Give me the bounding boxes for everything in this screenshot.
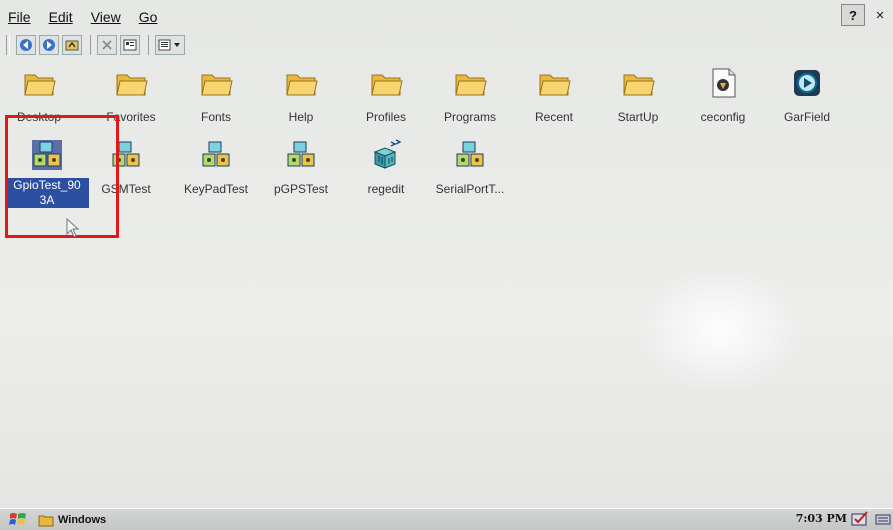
delete-button[interactable]	[97, 35, 117, 55]
fonts-folder[interactable]: Fonts	[173, 66, 259, 125]
icon-label: SerialPortT...	[435, 182, 505, 196]
icon-label: regedit	[367, 182, 405, 196]
app-cubes-icon	[202, 141, 230, 167]
keypadtest-app[interactable]: KeyPadTest	[173, 138, 259, 197]
start-windows-icon[interactable]	[8, 511, 28, 529]
config-file-icon	[712, 68, 736, 98]
icon-label: StartUp	[617, 110, 659, 124]
menu-file[interactable]: File	[8, 9, 31, 25]
icon-label: pGPSTest	[273, 182, 329, 196]
serialporttest-app[interactable]: SerialPortT...	[427, 138, 513, 197]
folder-icon	[371, 74, 403, 96]
mouse-cursor-icon	[66, 218, 80, 238]
regedit-app[interactable]: regedit	[343, 138, 429, 197]
properties-icon	[123, 39, 137, 51]
folder-icon	[455, 74, 487, 96]
menu-edit[interactable]: Edit	[49, 9, 73, 25]
tray-keyboard-icon[interactable]	[875, 511, 891, 527]
app-cubes-icon	[287, 141, 315, 167]
properties-button[interactable]	[120, 35, 140, 55]
pgpstest-app[interactable]: pGPSTest	[258, 138, 344, 197]
up-folder-icon	[65, 40, 79, 51]
selection-highlight-box	[5, 115, 119, 238]
icon-label: KeyPadTest	[183, 182, 249, 196]
folder-icon	[201, 74, 233, 96]
delete-icon	[102, 40, 112, 50]
regedit-icon	[373, 139, 402, 169]
back-button[interactable]	[16, 35, 36, 55]
programs-folder[interactable]: Programs	[427, 66, 513, 125]
icon-label: GarField	[783, 110, 830, 124]
icon-label: Help	[288, 110, 314, 124]
icon-label: Programs	[443, 110, 496, 124]
app-cubes-icon	[456, 141, 484, 167]
menu-view[interactable]: View	[91, 9, 121, 25]
menu-bar: File Edit View Go	[0, 3, 893, 31]
folder-icon	[116, 74, 148, 96]
tray-checkbox-icon[interactable]	[851, 511, 869, 527]
help-folder[interactable]: Help	[258, 66, 344, 125]
toolbar	[6, 33, 188, 57]
toolbar-separator	[90, 35, 92, 55]
icon-label: ceconfig	[700, 110, 746, 124]
folder-icon	[24, 74, 56, 96]
recent-folder[interactable]: Recent	[511, 66, 597, 125]
ceconfig-file[interactable]: ceconfig	[680, 66, 766, 125]
views-menu-icon	[158, 39, 180, 51]
taskbar-clock[interactable]: 7:03 PM	[796, 512, 847, 525]
media-app-icon	[794, 70, 820, 96]
folder-icon	[623, 74, 655, 96]
startup-folder[interactable]: StartUp	[595, 66, 681, 125]
toolbar-separator	[148, 35, 150, 55]
up-folder-button[interactable]	[62, 35, 82, 55]
taskbar-windows-button[interactable]: Windows	[34, 511, 112, 529]
menu-go[interactable]: Go	[139, 9, 158, 25]
icon-label: Fonts	[200, 110, 231, 124]
back-icon	[20, 39, 32, 51]
forward-button[interactable]	[39, 35, 59, 55]
icon-label: Profiles	[365, 110, 406, 124]
forward-icon	[43, 39, 55, 51]
garfield-app[interactable]: GarField	[764, 66, 850, 125]
help-button[interactable]: ?	[841, 4, 865, 26]
folder-icon	[38, 515, 54, 526]
views-menu-button[interactable]	[155, 35, 185, 55]
icon-label: Recent	[534, 110, 574, 124]
taskbar: Windows 7:03 PM	[0, 508, 893, 530]
profiles-folder[interactable]: Profiles	[343, 66, 429, 125]
close-button[interactable]: ×	[869, 4, 891, 26]
folder-icon	[539, 74, 571, 96]
folder-icon	[286, 74, 318, 96]
toolbar-grip[interactable]	[6, 35, 10, 55]
taskbar-window-label: Windows	[58, 514, 107, 526]
